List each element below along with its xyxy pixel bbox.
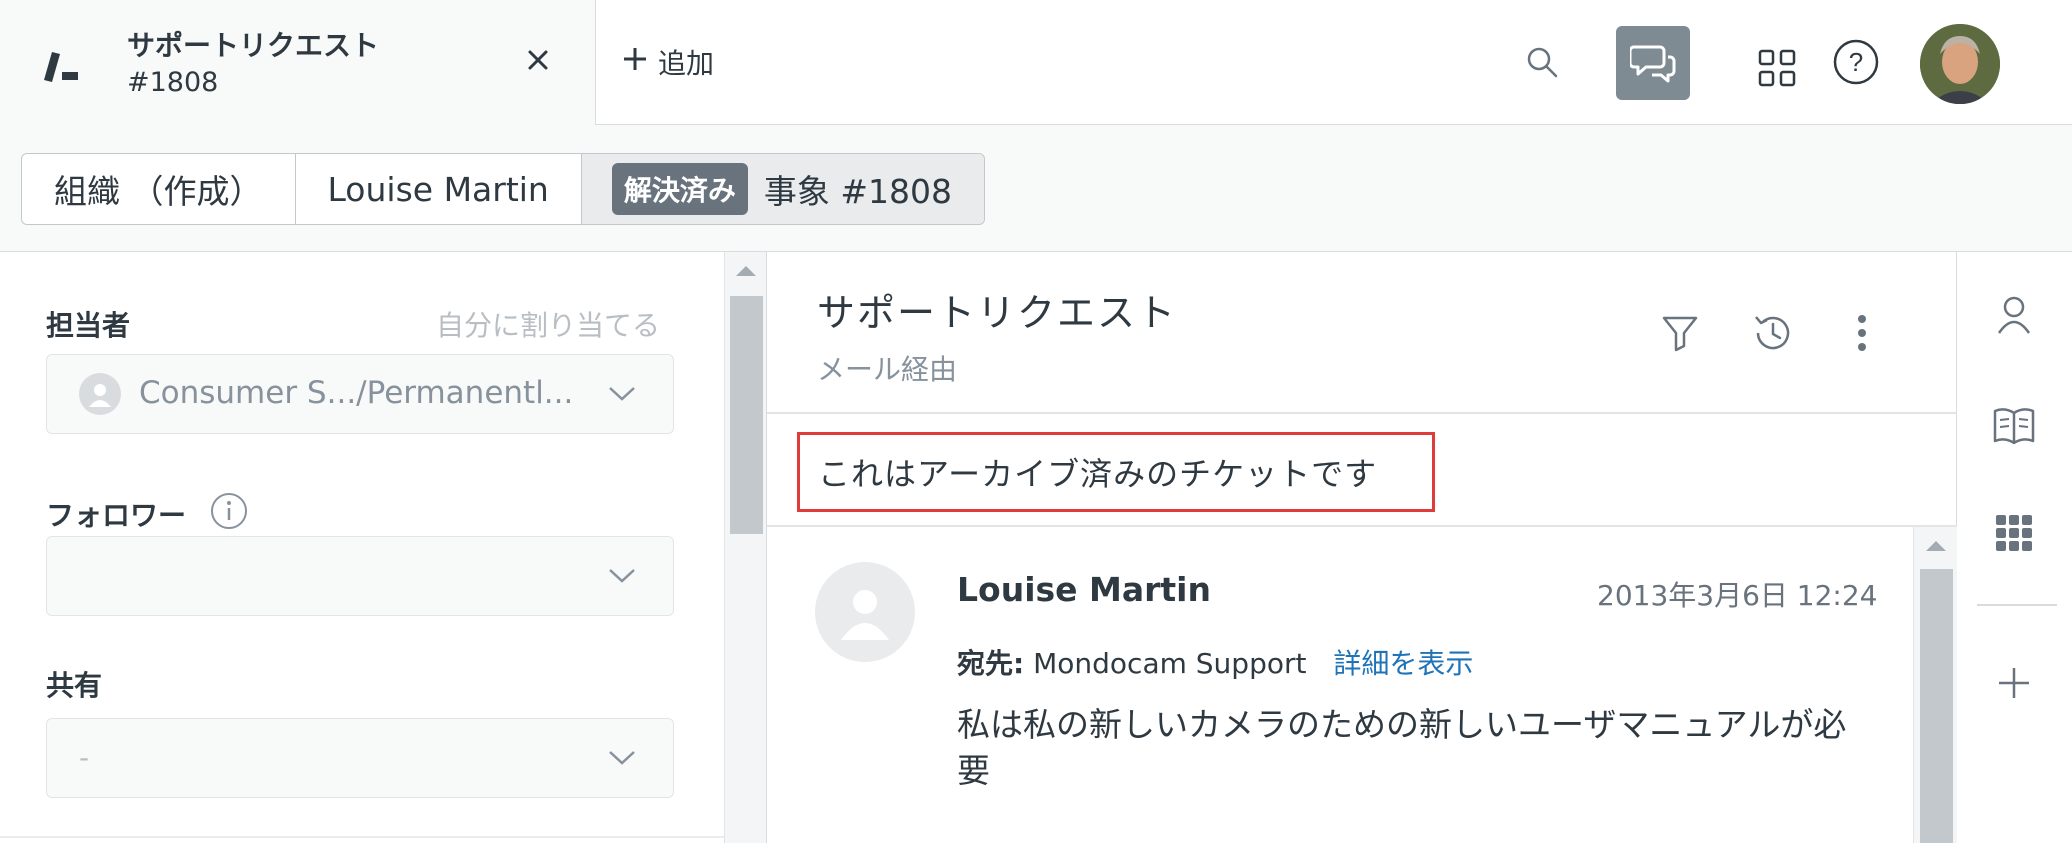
message-recipient: 宛先: Mondocam Support 詳細を表示 xyxy=(957,642,1473,682)
assignee-label: 担当者 xyxy=(46,309,131,342)
conversation-panel: サポートリクエスト メール経由 これはアーカイブ済みのチケットです Louise… xyxy=(767,252,1957,843)
message-author[interactable]: Louise Martin xyxy=(957,570,1211,609)
top-bar: サポートリクエスト #1808 追加 ? xyxy=(0,0,2072,125)
followers-label: フォロワー xyxy=(46,499,187,532)
ticket-tab-number: #1808 xyxy=(127,67,219,98)
breadcrumb-requester[interactable]: Louise Martin xyxy=(296,154,582,224)
divider xyxy=(767,525,1957,527)
breadcrumb-ticket[interactable]: 解決済み 事象 #1808 xyxy=(581,154,984,224)
search-icon[interactable] xyxy=(1520,40,1564,84)
status-badge: 解決済み xyxy=(611,163,748,215)
agent-workspace: サポートリクエスト #1808 追加 ? 組織 （作成） Louise Mart… xyxy=(0,0,2072,843)
recipient-value: Mondocam Support xyxy=(1033,647,1307,680)
conversations-icon[interactable] xyxy=(1616,26,1690,100)
chevron-down-icon xyxy=(607,749,637,767)
add-tab-button[interactable]: 追加 xyxy=(622,40,714,84)
add-tab-label: 追加 xyxy=(658,47,715,80)
breadcrumb-bar: 組織 （作成） Louise Martin 解決済み 事象 #1808 xyxy=(0,125,2072,252)
assignee-select[interactable]: Consumer S.../Permanentl... xyxy=(46,354,674,434)
svg-text:?: ? xyxy=(1849,47,1863,77)
assign-to-me-link[interactable]: 自分に割り当てる xyxy=(436,304,660,344)
help-icon[interactable]: ? xyxy=(1832,38,1880,86)
filter-icon[interactable] xyxy=(1657,310,1703,356)
plus-icon[interactable] xyxy=(1991,660,2037,706)
scrollbar-thumb[interactable] xyxy=(730,296,763,534)
user-icon xyxy=(79,373,121,415)
recipient-label: 宛先: xyxy=(957,647,1025,680)
close-icon[interactable] xyxy=(522,44,554,76)
scroll-up-icon[interactable] xyxy=(736,266,756,276)
show-details-link[interactable]: 詳細を表示 xyxy=(1333,647,1473,680)
assignee-value: Consumer S.../Permanentl... xyxy=(139,375,574,411)
message-body: 私は私の新しいカメラのための新しいユーザマニュアルが必要 xyxy=(957,705,1847,790)
ticket-properties-panel: 担当者 自分に割り当てる Consumer S.../Permanentl...… xyxy=(0,252,767,843)
scrollbar-thumb[interactable] xyxy=(1920,569,1953,843)
product-tray-icon[interactable] xyxy=(1755,46,1799,90)
plus-icon xyxy=(622,46,648,79)
conversation-scrollbar[interactable] xyxy=(1913,527,1957,843)
message-timestamp: 2013年3月6日 12:24 xyxy=(1597,579,1878,612)
book-icon[interactable] xyxy=(1991,402,2037,448)
zendesk-logo-icon xyxy=(40,46,82,82)
divider xyxy=(1977,604,2057,606)
shared-label: 共有 xyxy=(46,669,103,702)
history-icon[interactable] xyxy=(1749,310,1795,356)
chevron-down-icon xyxy=(607,385,637,403)
divider xyxy=(767,412,1957,414)
message-author-avatar xyxy=(815,562,915,662)
breadcrumb: 組織 （作成） Louise Martin 解決済み 事象 #1808 xyxy=(21,153,985,225)
conversation-channel: メール経由 xyxy=(817,353,958,386)
shared-value: - xyxy=(79,741,90,774)
user-avatar[interactable] xyxy=(1920,24,2000,104)
shared-select[interactable]: - xyxy=(46,718,674,798)
divider xyxy=(0,836,724,838)
ticket-tab[interactable]: サポートリクエスト #1808 xyxy=(0,0,596,125)
apps-grid-icon[interactable] xyxy=(1991,510,2037,556)
conversation-title: サポートリクエスト xyxy=(817,291,1178,335)
breadcrumb-organization[interactable]: 組織 （作成） xyxy=(22,154,296,224)
user-icon[interactable] xyxy=(1991,292,2037,338)
chevron-down-icon xyxy=(607,567,637,585)
archived-ticket-notice: これはアーカイブ済みのチケットです xyxy=(797,432,1435,512)
info-icon[interactable] xyxy=(210,492,248,530)
ticket-tab-title: サポートリクエスト xyxy=(127,29,380,62)
scroll-up-icon[interactable] xyxy=(1926,541,1946,551)
followers-select[interactable] xyxy=(46,536,674,616)
properties-scrollbar[interactable] xyxy=(724,252,767,843)
more-vertical-icon[interactable] xyxy=(1839,310,1885,356)
context-panel-rail xyxy=(1957,252,2072,843)
breadcrumb-ticket-label: 事象 #1808 xyxy=(763,172,952,211)
